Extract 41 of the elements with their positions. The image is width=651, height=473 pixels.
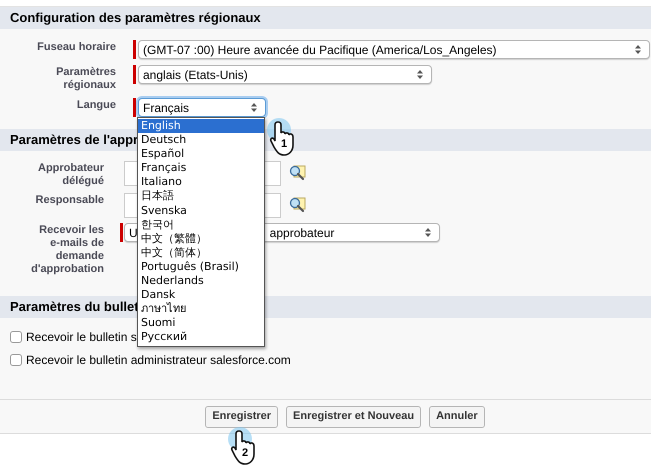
language-option[interactable]: 日本語	[138, 189, 264, 204]
form-button[interactable]: Annuler	[429, 406, 485, 428]
language-option[interactable]: 中文（简体）	[138, 246, 264, 260]
language-option[interactable]: English	[138, 119, 264, 134]
dropdown-select[interactable]: Français	[138, 98, 266, 117]
section-title: Paramètres de l'appr	[10, 131, 138, 150]
lookup-icon[interactable]	[289, 197, 306, 214]
field-label: Responsable	[34, 194, 104, 207]
language-option[interactable]: Dansk	[138, 288, 264, 302]
checkbox[interactable]	[10, 331, 22, 343]
language-option[interactable]: Nederlands	[138, 274, 264, 288]
form-button[interactable]: Enregistrer	[205, 406, 278, 428]
updown-arrows-icon	[251, 103, 257, 112]
language-option[interactable]: Español	[138, 147, 264, 162]
checkbox-label: Recevoir le bulletin s	[26, 329, 137, 346]
language-option[interactable]: Svenska	[138, 204, 264, 218]
form-button[interactable]: Enregistrer et Nouveau	[286, 406, 422, 428]
field-label: Approbateur délégué	[37, 162, 104, 188]
section-title: Paramètres du bullet	[10, 298, 139, 316]
language-option[interactable]: Suomi	[138, 316, 264, 330]
field-label: Paramètres régionaux	[55, 66, 116, 92]
language-option[interactable]: Italiano	[138, 175, 264, 190]
language-option[interactable]: Português (Brasil)	[138, 260, 264, 274]
language-option[interactable]: Deutsch	[138, 133, 264, 148]
updown-arrows-icon	[417, 70, 423, 79]
callout-number: 2	[242, 448, 248, 459]
field-label: Langue	[76, 99, 116, 112]
field-label: Fuseau horaire	[36, 41, 116, 54]
updown-arrows-icon	[635, 45, 641, 54]
checkbox-label: Recevoir le bulletin administrateur salesforce.com	[26, 352, 291, 369]
dropdown-select[interactable]: (GMT-07 :00) Heure avancée du Pacifique (America/Los_Angeles)	[138, 40, 650, 59]
section-title: Configuration des paramètres régionaux	[10, 9, 261, 28]
lookup-icon[interactable]	[289, 165, 306, 182]
dropdown-select[interactable]: anglais (Etats-Unis)	[138, 65, 432, 84]
updown-arrows-icon	[425, 228, 431, 237]
language-option[interactable]: ภาษาไทย	[138, 302, 264, 316]
callout-number: 1	[281, 139, 288, 150]
language-option[interactable]: Русский	[138, 330, 264, 344]
field-label: Recevoir les e-mails de demande d'approbation	[30, 224, 104, 276]
checkbox[interactable]	[10, 354, 22, 366]
language-option[interactable]: Français	[138, 161, 264, 176]
